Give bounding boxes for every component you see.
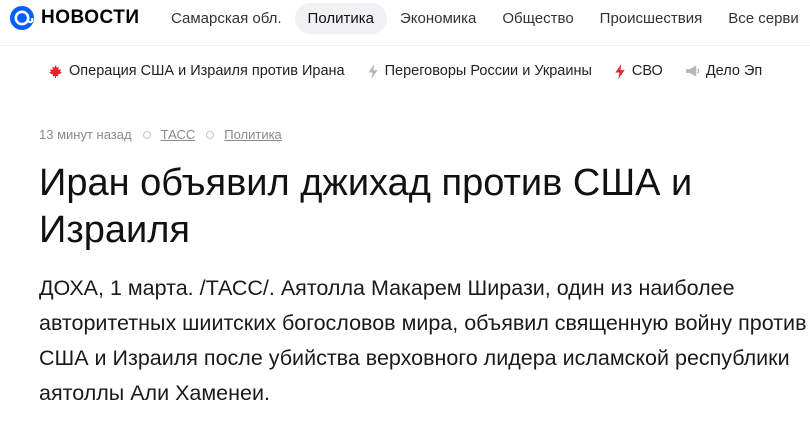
header-divider xyxy=(0,45,810,46)
nav-item-region[interactable]: Самарская обл. xyxy=(158,3,295,34)
maple-leaf-icon xyxy=(48,64,63,78)
lightning-icon xyxy=(367,63,378,79)
megaphone-icon xyxy=(685,65,700,77)
article-title: Иран объявил джихад против США и Израиля xyxy=(39,162,693,251)
article-lead: ДОХА, 1 марта. /ТАСС/. Аятолла Макарем Ш… xyxy=(39,276,807,405)
lightning-red-icon xyxy=(615,63,625,79)
source-link[interactable]: ТАСС xyxy=(161,127,196,142)
nav-item-society[interactable]: Общество xyxy=(489,3,586,34)
at-sign-logo-icon xyxy=(10,6,34,30)
logo-text: НОВОСТИ xyxy=(41,7,140,28)
topic-label: Дело Эп xyxy=(705,63,763,79)
topic-russia-ukraine-talks[interactable]: Переговоры России и Украины xyxy=(367,63,592,79)
publish-time: 13 минут назад xyxy=(39,127,132,142)
topic-svo[interactable]: СВО xyxy=(614,63,663,79)
topic-iran-operation[interactable]: Операция США и Израиля против Ирана xyxy=(48,63,345,79)
meta-separator xyxy=(142,130,151,139)
rubric-link[interactable]: Политика xyxy=(224,127,282,142)
nav-item-politics[interactable]: Политика xyxy=(294,3,387,34)
topic-label: Переговоры России и Украины xyxy=(384,63,592,79)
nav-item-all-services[interactable]: Все серви xyxy=(715,3,810,34)
meta-separator xyxy=(206,130,215,139)
rubrics-menu: Самарская обл. Политика Экономика Общест… xyxy=(158,3,810,34)
article-meta: 13 минут назад ТАСС Политика xyxy=(39,127,282,142)
topic-epstein-case[interactable]: Дело Эп xyxy=(685,63,762,79)
site-logo[interactable]: НОВОСТИ xyxy=(9,5,140,31)
top-navigation: НОВОСТИ Самарская обл. Политика Экономик… xyxy=(0,0,810,37)
topic-label: СВО xyxy=(631,63,663,79)
nav-item-incidents[interactable]: Происшествия xyxy=(587,3,716,34)
hot-topics-bar: Операция США и Израиля против Ирана Пере… xyxy=(48,63,784,79)
topic-label: Операция США и Израиля против Ирана xyxy=(69,63,345,79)
nav-item-economy[interactable]: Экономика xyxy=(387,3,489,34)
